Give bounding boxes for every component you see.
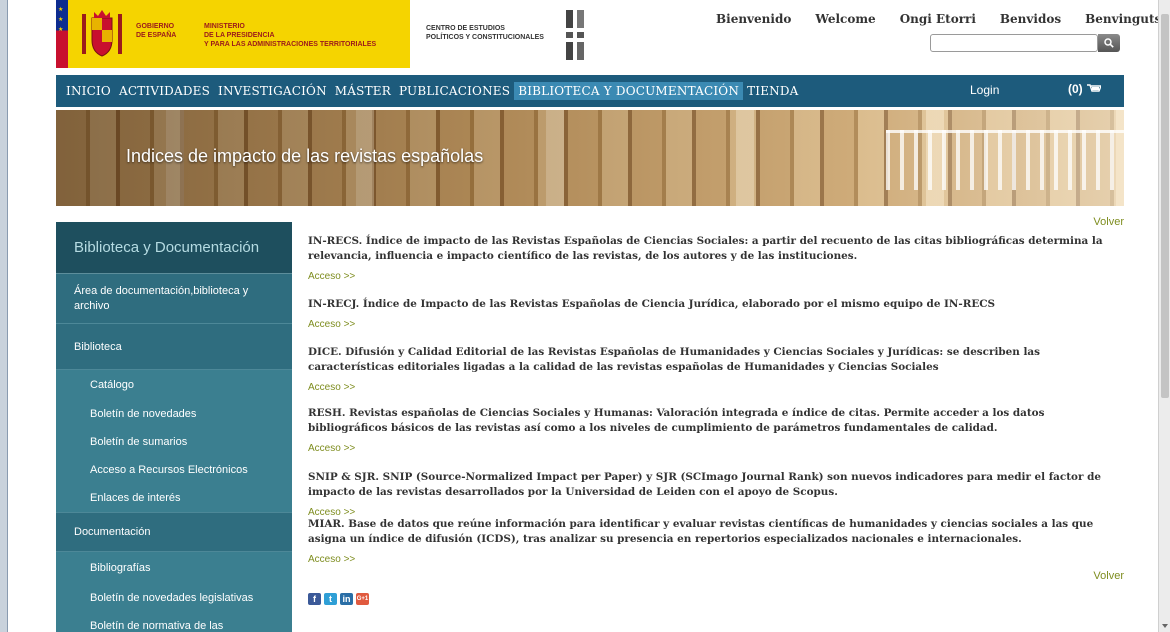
sidebar-item-boletin-normativa[interactable]: Boletín de normativa de las bbox=[56, 612, 292, 632]
site-header: ★ ★ ★ GOBIERNO DE ESPAÑA MINISTERIO DE LA … bbox=[8, 0, 1161, 72]
list-item: SNIP & SJR. SNIP (Source-Normalized Impa… bbox=[308, 470, 1124, 519]
sidebar-item-documentacion[interactable]: Documentación bbox=[56, 512, 292, 552]
acceso-link[interactable]: Acceso >> bbox=[308, 270, 355, 283]
cepc-columns-icon bbox=[566, 10, 584, 60]
login-link[interactable]: Login bbox=[970, 83, 999, 97]
cepc-logo-text[interactable]: CENTRO DE ESTUDIOS POLÍTICOS Y CONSTITUC… bbox=[426, 24, 544, 42]
volver-link-bottom[interactable]: Volver bbox=[1093, 570, 1124, 582]
entry-description: SNIP & SJR. SNIP (Source-Normalized Impa… bbox=[308, 471, 1101, 498]
list-item: MIAR. Base de datos que reúne informació… bbox=[308, 517, 1124, 566]
volver-link-top[interactable]: Volver bbox=[1093, 216, 1124, 228]
government-logo[interactable]: ★ ★ ★ GOBIERNO DE ESPAÑA MINISTERIO DE LA … bbox=[56, 0, 410, 68]
lang-benvidos-link[interactable]: Benvidos bbox=[1000, 12, 1061, 26]
nav-investigacion[interactable]: INVESTIGACIÓN bbox=[218, 84, 327, 98]
entry-description: MIAR. Base de datos que reúne informació… bbox=[308, 518, 1094, 545]
gobierno-text: GOBIERNO DE ESPAÑA bbox=[136, 23, 177, 39]
browser-left-edge bbox=[0, 0, 8, 632]
sidebar-item-boletin-legislativas[interactable]: Boletín de novedades legislativas bbox=[56, 584, 292, 612]
nav-master[interactable]: MÁSTER bbox=[335, 84, 391, 98]
eu-flag-icon: ★ ★ ★ bbox=[56, 0, 68, 68]
list-item: RESH. Revistas españolas de Ciencias Soc… bbox=[308, 406, 1124, 455]
sidebar-item-enlaces-interes[interactable]: Enlaces de interés bbox=[56, 484, 292, 512]
nav-tienda[interactable]: TIENDA bbox=[747, 84, 799, 98]
cart-button[interactable]: (0) bbox=[1068, 82, 1101, 96]
list-item: IN-RECJ. Índice de Impacto de las Revist… bbox=[308, 297, 1124, 331]
sidebar-item-area-documentacion[interactable]: Área de documentación,biblioteca y archi… bbox=[56, 274, 292, 324]
page: ★ ★ ★ GOBIERNO DE ESPAÑA MINISTERIO DE LA … bbox=[8, 0, 1161, 632]
list-item: DICE. Difusión y Calidad Editorial de la… bbox=[308, 345, 1124, 394]
sidebar-item-catalogo[interactable]: Catálogo bbox=[56, 370, 292, 400]
entry-description: IN-RECJ. Índice de Impacto de las Revist… bbox=[308, 298, 996, 310]
search-button[interactable] bbox=[1098, 34, 1120, 52]
sidebar-item-recursos-electronicos[interactable]: Acceso a Recursos Electrónicos bbox=[56, 456, 292, 484]
nav-publicaciones[interactable]: PUBLICACIONES bbox=[399, 84, 510, 98]
lang-welcome-link[interactable]: Welcome bbox=[815, 12, 875, 26]
main-nav: INICIO ACTIVIDADES INVESTIGACIÓN MÁSTER … bbox=[56, 75, 1124, 107]
cart-count: (0) bbox=[1068, 82, 1083, 96]
sidebar-title[interactable]: Biblioteca y Documentación bbox=[56, 222, 292, 274]
language-selector: Bienvenido Welcome Ongi Etorri Benvidos … bbox=[716, 12, 1161, 26]
acceso-link[interactable]: Acceso >> bbox=[308, 318, 355, 331]
nav-biblioteca-documentacion[interactable]: BIBLIOTECA Y DOCUMENTACIÓN bbox=[514, 82, 744, 100]
page-title: Indices de impacto de las revistas españ… bbox=[126, 146, 484, 166]
facebook-icon[interactable]: f bbox=[308, 593, 321, 605]
social-share: f t in G+1 bbox=[308, 593, 369, 605]
acceso-link[interactable]: Acceso >> bbox=[308, 553, 355, 566]
acceso-link[interactable]: Acceso >> bbox=[308, 381, 355, 394]
scrollbar-thumb[interactable] bbox=[1161, 14, 1169, 398]
linkedin-icon[interactable]: in bbox=[340, 593, 353, 605]
search-icon bbox=[1104, 38, 1114, 48]
lang-bienvenido-link[interactable]: Bienvenido bbox=[716, 12, 791, 26]
main-content: Volver IN-RECS. Índice de impacto de las… bbox=[308, 212, 1124, 612]
ministerio-text: MINISTERIO DE LA PRESIDENCIA Y PARA LAS … bbox=[204, 23, 377, 48]
entry-description: IN-RECS. Índice de impacto de las Revist… bbox=[308, 235, 1103, 262]
page-banner: Indices de impacto de las revistas españ… bbox=[56, 110, 1124, 206]
list-item: IN-RECS. Índice de impacto de las Revist… bbox=[308, 234, 1124, 283]
scroll-down-arrow-icon[interactable] bbox=[1162, 624, 1168, 628]
entry-description: RESH. Revistas españolas de Ciencias Soc… bbox=[308, 407, 1045, 434]
sidebar-item-boletin-novedades[interactable]: Boletín de novedades bbox=[56, 400, 292, 428]
search-input[interactable] bbox=[930, 34, 1098, 52]
lang-benvinguts-link[interactable]: Benvinguts bbox=[1085, 12, 1161, 26]
cart-icon bbox=[1086, 84, 1101, 92]
nav-actividades[interactable]: ACTIVIDADES bbox=[119, 84, 210, 98]
sidebar-item-bibliografias[interactable]: Bibliografías bbox=[56, 552, 292, 584]
coat-of-arms-icon bbox=[82, 10, 122, 57]
twitter-icon[interactable]: t bbox=[324, 593, 337, 605]
acceso-link[interactable]: Acceso >> bbox=[308, 442, 355, 455]
google-plus-icon[interactable]: G+1 bbox=[356, 593, 369, 605]
nav-inicio[interactable]: INICIO bbox=[66, 84, 111, 98]
lang-ongi-etorri-link[interactable]: Ongi Etorri bbox=[900, 12, 976, 26]
sidebar: Biblioteca y Documentación Área de docum… bbox=[56, 222, 292, 632]
sidebar-item-boletin-sumarios[interactable]: Boletín de sumarios bbox=[56, 428, 292, 456]
sidebar-item-biblioteca[interactable]: Biblioteca bbox=[56, 324, 292, 370]
entry-description: DICE. Difusión y Calidad Editorial de la… bbox=[308, 346, 1040, 373]
browser-scrollbar[interactable] bbox=[1158, 0, 1170, 632]
